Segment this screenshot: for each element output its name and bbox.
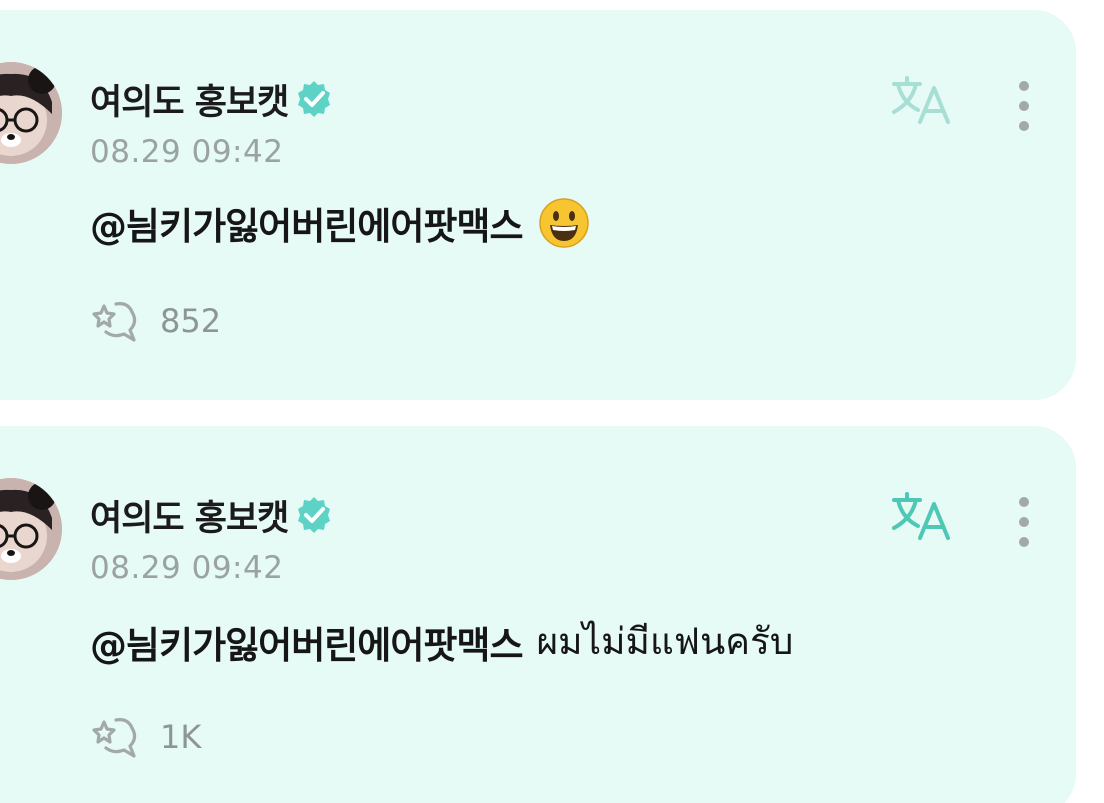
comment-card: 여의도 홍보캣 08.29 09:42 @늼키가잃어버린에어팟맥스 ผมไม่ม… (0, 426, 1076, 803)
reaction-bar: 852 (90, 298, 221, 344)
avatar[interactable] (0, 478, 62, 580)
star-bubble-icon[interactable] (90, 298, 142, 344)
comment-card: 여의도 홍보캣 08.29 09:42 @늼키가잃어버린에어팟맥스 852 (0, 10, 1076, 400)
author-name[interactable]: 여의도 홍보캣 (90, 490, 289, 541)
reaction-bar: 1K (90, 714, 201, 760)
vertical-ellipsis-icon[interactable] (1010, 74, 1038, 138)
author-row: 여의도 홍보캣 (90, 74, 334, 124)
translate-icon[interactable] (890, 74, 954, 126)
translate-icon[interactable] (890, 490, 954, 542)
comment-body: ผมไม่มีแฟนครับ (536, 620, 794, 663)
comment-feed: 여의도 홍보캣 08.29 09:42 @늼키가잃어버린에어팟맥스 852 여의… (0, 0, 1104, 803)
comment-mention[interactable]: @늼키가잃어버린에어팟맥스 (90, 615, 523, 669)
reaction-count: 852 (160, 302, 222, 340)
verified-badge-icon (298, 81, 331, 117)
timestamp: 08.29 09:42 (90, 134, 284, 170)
comment-text: @늼키가잃어버린에어팟맥스 (90, 196, 590, 250)
vertical-ellipsis-icon[interactable] (1010, 490, 1038, 554)
author-name[interactable]: 여의도 홍보캣 (90, 74, 289, 125)
star-bubble-icon[interactable] (90, 714, 142, 760)
avatar[interactable] (0, 62, 62, 164)
comment-mention[interactable]: @늼키가잃어버린에어팟맥스 (90, 196, 523, 250)
timestamp: 08.29 09:42 (90, 550, 284, 586)
reaction-count: 1K (160, 718, 202, 756)
author-row: 여의도 홍보캣 (90, 490, 334, 540)
verified-badge-icon (298, 497, 331, 533)
grinning-face-icon (539, 198, 590, 248)
comment-text: @늼키가잃어버린에어팟맥스 ผมไม่มีแฟนครับ (90, 612, 793, 671)
